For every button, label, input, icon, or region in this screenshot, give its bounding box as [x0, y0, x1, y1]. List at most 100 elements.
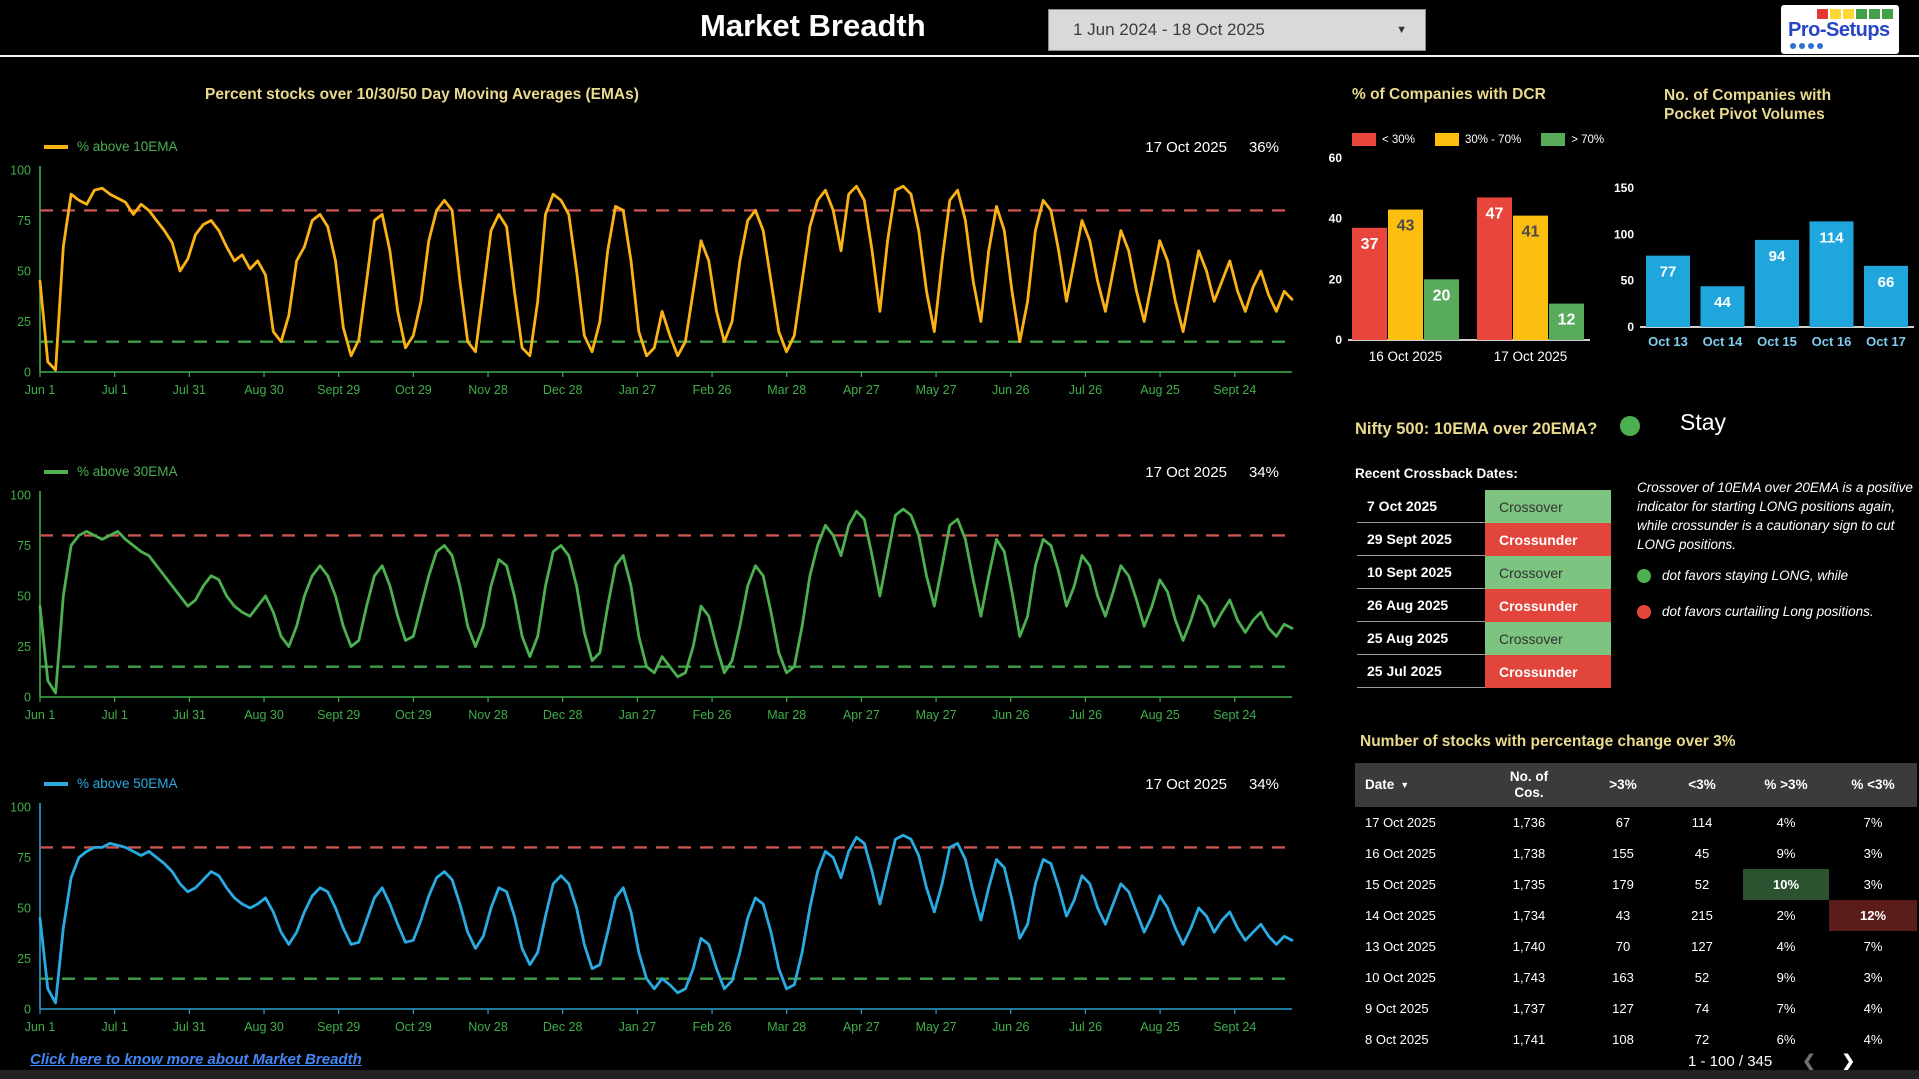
- dcr-legend-swatch-green: [1541, 133, 1566, 146]
- svg-text:Dec 28: Dec 28: [543, 708, 583, 722]
- crossback-date: 29 Sept 2025: [1357, 523, 1485, 556]
- dcr-bar-chart[interactable]: 0 20 40 60 37 43 20 16 Oct 2025 47 41 12 17 Oct 202…: [1322, 150, 1602, 375]
- logo-square: [1843, 9, 1854, 19]
- table-cell: 15 Oct 2025: [1365, 877, 1436, 892]
- svg-text:Jul 31: Jul 31: [173, 383, 206, 397]
- svg-text:Jul 31: Jul 31: [173, 1020, 206, 1034]
- logo-dots-icon: [1790, 43, 1823, 49]
- svg-text:Aug 30: Aug 30: [244, 1020, 284, 1034]
- ema10-legend-label: % above 10EMA: [77, 139, 178, 154]
- svg-text:Feb 26: Feb 26: [693, 1020, 732, 1034]
- svg-text:Jun 1: Jun 1: [25, 1020, 56, 1034]
- table-cell: 74: [1694, 1001, 1710, 1016]
- dcr-legend-swatch-red: [1352, 133, 1376, 146]
- ema30-chart[interactable]: 100 75 50 25 0 Jun 1 Jul 1 Jul 31 Aug 30 Sept 29 O…: [0, 487, 1300, 732]
- market-breadth-dashboard: Market Breadth 1 Jun 2024 - 18 Oct 2025 …: [0, 0, 1919, 1079]
- table-cell: 7%: [1863, 939, 1883, 954]
- table-row: 17 Oct 2025 1,736 67 114 4% 7%: [1355, 807, 1917, 838]
- crossback-date: 25 Aug 2025: [1357, 622, 1485, 655]
- svg-text:12: 12: [1558, 312, 1576, 329]
- crossback-status-badge: Crossover: [1485, 490, 1611, 523]
- bullet-text: dot favors staying LONG, while: [1662, 568, 1849, 583]
- crossback-date: 7 Oct 2025: [1357, 490, 1485, 523]
- crossback-row: 25 Aug 2025 Crossover: [1357, 622, 1611, 655]
- green-dot-icon: [1637, 568, 1651, 583]
- table-cell: 7%: [1863, 815, 1883, 830]
- table-cell: 6%: [1776, 1032, 1796, 1047]
- stocks-table-title: Number of stocks with percentage change …: [1360, 733, 1736, 750]
- ema50-chart[interactable]: 100 75 50 25 0 Jun 1 Jul 1 Jul 31 Aug 30 Sept 29 O…: [0, 799, 1300, 1044]
- svg-text:Feb 26: Feb 26: [693, 708, 732, 722]
- logo-square: [1856, 9, 1867, 19]
- crossback-row: 25 Jul 2025 Crossunder: [1357, 655, 1611, 688]
- red-dot-bullet: dot favors curtailing Long positions.: [1637, 604, 1874, 619]
- bullet-text: dot favors curtailing Long positions.: [1662, 604, 1874, 619]
- crossback-status-badge: Crossover: [1485, 622, 1611, 655]
- ema10-chart[interactable]: 100 75 50 25 0 Jun 1 Jul 1 Jul 31 Aug 30 Sept 29 O…: [0, 162, 1300, 407]
- svg-text:41: 41: [1522, 224, 1540, 241]
- market-breadth-info-link[interactable]: Click here to know more about Market Bre…: [30, 1051, 362, 1068]
- pocket-pivot-bar-chart[interactable]: 0 50 100 150 77 Oct 13 44 Oct 14 94 Oct 15 114 Oct …: [1600, 178, 1919, 356]
- table-cell: 3%: [1863, 877, 1883, 892]
- svg-text:Oct 17: Oct 17: [1866, 334, 1906, 349]
- svg-text:100: 100: [1614, 227, 1634, 241]
- svg-text:20: 20: [1329, 272, 1343, 286]
- table-cell: 9%: [1776, 970, 1796, 985]
- ema10-legend: % above 10EMA: [44, 139, 178, 154]
- svg-text:Oct 29: Oct 29: [395, 383, 432, 397]
- crossback-table: 7 Oct 2025 Crossover 29 Sept 2025 Crossunde…: [1357, 490, 1611, 688]
- pagination-next-icon[interactable]: ❯: [1842, 1051, 1855, 1071]
- svg-text:Jul 26: Jul 26: [1069, 383, 1102, 397]
- svg-text:17 Oct 2025: 17 Oct 2025: [1494, 349, 1568, 364]
- svg-text:Apr 27: Apr 27: [843, 708, 880, 722]
- crossback-date: 26 Aug 2025: [1357, 589, 1485, 622]
- table-cell: 10 Oct 2025: [1365, 970, 1436, 985]
- crossback-date: 10 Sept 2025: [1357, 556, 1485, 589]
- svg-text:Oct 16: Oct 16: [1812, 334, 1852, 349]
- svg-text:Jun 1: Jun 1: [25, 383, 56, 397]
- table-cell: 52: [1694, 877, 1710, 892]
- table-cell: 1,743: [1512, 970, 1546, 985]
- crossback-status-badge: Crossunder: [1485, 523, 1611, 556]
- svg-text:Aug 30: Aug 30: [244, 708, 284, 722]
- table-cell: 179: [1612, 877, 1634, 892]
- table-cell: 70: [1615, 939, 1631, 954]
- svg-text:Mar 28: Mar 28: [767, 383, 806, 397]
- table-cell: 4%: [1863, 1032, 1883, 1047]
- svg-text:Dec 28: Dec 28: [543, 1020, 583, 1034]
- table-cell: 114: [1691, 815, 1713, 830]
- svg-text:60: 60: [1329, 151, 1343, 165]
- ema30-legend: % above 30EMA: [44, 464, 178, 479]
- table-cell: 1,740: [1512, 939, 1546, 954]
- signal-dot-icon: [1620, 416, 1640, 436]
- chevron-down-icon: ▼: [1396, 24, 1407, 36]
- stocks-table: Date ▼ No. of Cos. >3% <3% % >3% % <3% 17 Oct 2…: [1355, 763, 1917, 1050]
- svg-text:Oct 15: Oct 15: [1757, 334, 1797, 349]
- bottom-bar: [0, 1070, 1919, 1079]
- table-cell: 1,741: [1512, 1032, 1546, 1047]
- svg-text:150: 150: [1614, 181, 1634, 195]
- svg-text:Oct 13: Oct 13: [1648, 334, 1688, 349]
- svg-text:25: 25: [17, 640, 31, 654]
- svg-text:Jul 1: Jul 1: [101, 708, 127, 722]
- svg-text:Feb 26: Feb 26: [693, 383, 732, 397]
- table-row: 14 Oct 2025 1,734 43 215 2% 12%: [1355, 900, 1917, 931]
- table-cell: 9 Oct 2025: [1365, 1001, 1429, 1016]
- crossback-row: 7 Oct 2025 Crossover: [1357, 490, 1611, 523]
- table-cell: 163: [1612, 970, 1634, 985]
- date-range-dropdown[interactable]: 1 Jun 2024 - 18 Oct 2025 ▼: [1048, 9, 1426, 51]
- svg-text:Apr 27: Apr 27: [843, 1020, 880, 1034]
- dcr-legend-label: 30% - 70%: [1464, 133, 1522, 146]
- svg-text:Jun 26: Jun 26: [992, 1020, 1030, 1034]
- crossback-status-badge: Crossover: [1485, 556, 1611, 589]
- svg-text:Sept 29: Sept 29: [317, 1020, 360, 1034]
- svg-text:Jul 1: Jul 1: [101, 1020, 127, 1034]
- table-cell: 127: [1612, 1001, 1634, 1016]
- dcr-legend: < 30% 30% - 70% > 70%: [1352, 133, 1604, 146]
- svg-text:16 Oct 2025: 16 Oct 2025: [1369, 349, 1443, 364]
- svg-text:114: 114: [1819, 229, 1844, 246]
- pagination-prev-icon[interactable]: ❮: [1802, 1051, 1815, 1071]
- column-header-3: >3%: [1609, 777, 1637, 793]
- column-header-date[interactable]: Date ▼: [1355, 763, 1473, 807]
- table-row: 13 Oct 2025 1,740 70 127 4% 7%: [1355, 931, 1917, 962]
